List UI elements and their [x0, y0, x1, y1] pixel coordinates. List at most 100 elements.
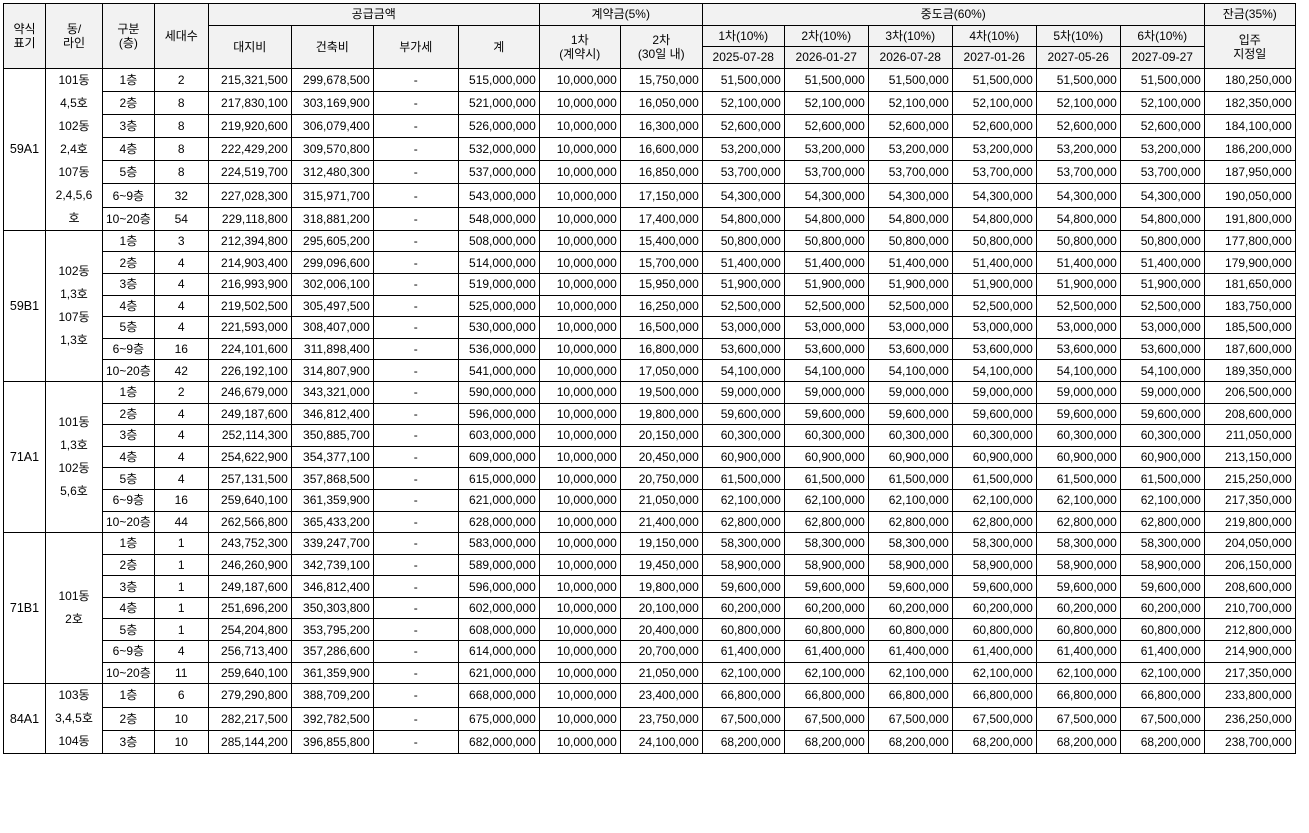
contract-1-cell: 10,000,000	[538, 402, 621, 426]
table-row: 4층 4 254,622,900 354,377,100-609,000,000 10,…	[4, 445, 1296, 469]
middle-3-cell: 61,500,000	[867, 467, 953, 490]
middle-3-cell: 53,600,000	[867, 337, 953, 361]
floor-cell: 1층	[102, 380, 155, 404]
balance-cell: 181,650,000	[1203, 272, 1296, 296]
contract-2-cell: 15,950,000	[619, 272, 703, 296]
middle-5-cell: 61,500,000	[1035, 467, 1121, 490]
balance-cell: 186,200,000	[1203, 137, 1296, 162]
table-row: 3층 10 285,144,200 396,855,800-682,000,000 10…	[4, 729, 1296, 755]
header-middle-1: 1차(10%)	[701, 24, 785, 48]
middle-3-cell: 58,900,000	[867, 553, 953, 577]
build-cost-cell: 357,286,600	[290, 640, 374, 663]
middle-2-cell: 52,500,000	[783, 294, 869, 318]
table-row: 3층 1 249,187,600 346,812,400-596,000,000 10,…	[4, 575, 1296, 598]
header-middle-4-date: 2027-01-26	[951, 46, 1037, 69]
middle-2-cell: 52,600,000	[783, 114, 869, 139]
build-cost-cell: 314,807,900	[290, 359, 374, 382]
middle-6-cell: 54,800,000	[1119, 206, 1205, 231]
table-row: 4층 8 222,429,200 309,570,800-532,000,000 10,…	[4, 137, 1296, 162]
vat-cell: -	[372, 206, 459, 231]
header-total: 계	[457, 24, 540, 69]
middle-3-cell: 54,100,000	[867, 359, 953, 382]
units-cell: 4	[153, 316, 209, 339]
middle-3-cell: 68,200,000	[867, 729, 953, 755]
middle-4-cell: 51,500,000	[951, 67, 1037, 92]
build-cost-cell: 350,885,700	[290, 424, 374, 447]
dong-line: 2,4호	[60, 141, 88, 156]
middle-3-cell: 59,600,000	[867, 575, 953, 598]
middle-4-cell: 60,900,000	[951, 445, 1037, 469]
middle-3-cell: 51,900,000	[867, 272, 953, 296]
units-cell: 4	[153, 402, 209, 426]
middle-5-cell: 62,100,000	[1035, 661, 1121, 685]
contract-1-cell: 10,000,000	[538, 640, 621, 663]
land-cost-cell: 226,192,100	[207, 359, 292, 382]
middle-3-cell: 62,100,000	[867, 488, 953, 512]
total-cell: 515,000,000	[457, 67, 540, 92]
contract-1-cell: 10,000,000	[538, 272, 621, 296]
middle-5-cell: 61,400,000	[1035, 640, 1121, 663]
units-cell: 4	[153, 294, 209, 318]
build-cost-cell: 306,079,400	[290, 114, 374, 139]
dong-line: 102동	[58, 118, 90, 133]
middle-4-cell: 54,300,000	[951, 183, 1037, 208]
units-cell: 4	[153, 251, 209, 274]
floor-cell: 1층	[102, 67, 155, 92]
contract-1-cell: 10,000,000	[538, 467, 621, 490]
units-cell: 44	[153, 510, 209, 534]
middle-4-cell: 51,900,000	[951, 272, 1037, 296]
middle-4-cell: 54,100,000	[951, 359, 1037, 382]
land-cost-cell: 257,131,500	[207, 467, 292, 490]
vat-cell: -	[372, 553, 459, 577]
total-cell: 596,000,000	[457, 402, 540, 426]
build-cost-cell: 343,321,000	[290, 380, 374, 404]
vat-cell: -	[372, 337, 459, 361]
floor-cell: 4층	[102, 137, 155, 162]
total-cell: 596,000,000	[457, 575, 540, 598]
vat-cell: -	[372, 510, 459, 534]
vat-cell: -	[372, 467, 459, 490]
balance-cell: 206,150,000	[1203, 553, 1296, 577]
units-cell: 10	[153, 729, 209, 755]
table-row: 3층 4 216,993,900 302,006,100-519,000,000 10,…	[4, 272, 1296, 296]
contract-1-cell: 10,000,000	[538, 229, 621, 253]
land-cost-cell: 259,640,100	[207, 661, 292, 685]
total-cell: 583,000,000	[457, 532, 540, 555]
total-cell: 615,000,000	[457, 467, 540, 490]
units-cell: 2	[153, 380, 209, 404]
dong-line: 107동	[58, 164, 90, 179]
middle-3-cell: 52,500,000	[867, 294, 953, 318]
balance-cell: 189,350,000	[1203, 359, 1296, 382]
contract-1-cell: 10,000,000	[538, 251, 621, 274]
total-cell: 543,000,000	[457, 183, 540, 208]
floor-cell: 2층	[102, 402, 155, 426]
floor-cell: 5층	[102, 316, 155, 339]
middle-2-cell: 53,700,000	[783, 160, 869, 185]
middle-1-cell: 66,800,000	[701, 683, 785, 708]
balance-cell: 212,800,000	[1203, 618, 1296, 642]
build-cost-cell: 305,497,500	[290, 294, 374, 318]
header-build: 건축비	[290, 24, 374, 69]
dong-line: 1,3호	[60, 286, 88, 301]
type-cell: 59B1	[3, 229, 46, 382]
table-row: 84A1 103동 3,4,5호 104동 1층 6 279,290,800 388,709,…	[3, 683, 1296, 755]
middle-6-cell: 53,600,000	[1119, 337, 1205, 361]
middle-6-cell: 54,100,000	[1119, 359, 1205, 382]
dong-cell: 102동 1,3호 107동 1,3호	[45, 229, 103, 382]
middle-3-cell: 60,800,000	[867, 618, 953, 642]
contract-1-cell: 10,000,000	[538, 294, 621, 318]
middle-4-cell: 62,800,000	[951, 510, 1037, 534]
vat-cell: -	[372, 661, 459, 685]
dong-line: 104동	[58, 734, 90, 749]
balance-cell: 208,600,000	[1203, 402, 1296, 426]
total-cell: 628,000,000	[457, 510, 540, 534]
vat-cell: -	[372, 114, 459, 139]
middle-1-cell: 61,400,000	[701, 640, 785, 663]
middle-1-cell: 60,800,000	[701, 618, 785, 642]
dong-line: 101동	[58, 415, 90, 430]
land-cost-cell: 254,622,900	[207, 445, 292, 469]
header-middle-1-date: 2025-07-28	[701, 46, 785, 69]
total-cell: 521,000,000	[457, 90, 540, 116]
total-cell: 602,000,000	[457, 596, 540, 620]
balance-cell: 208,600,000	[1203, 575, 1296, 598]
